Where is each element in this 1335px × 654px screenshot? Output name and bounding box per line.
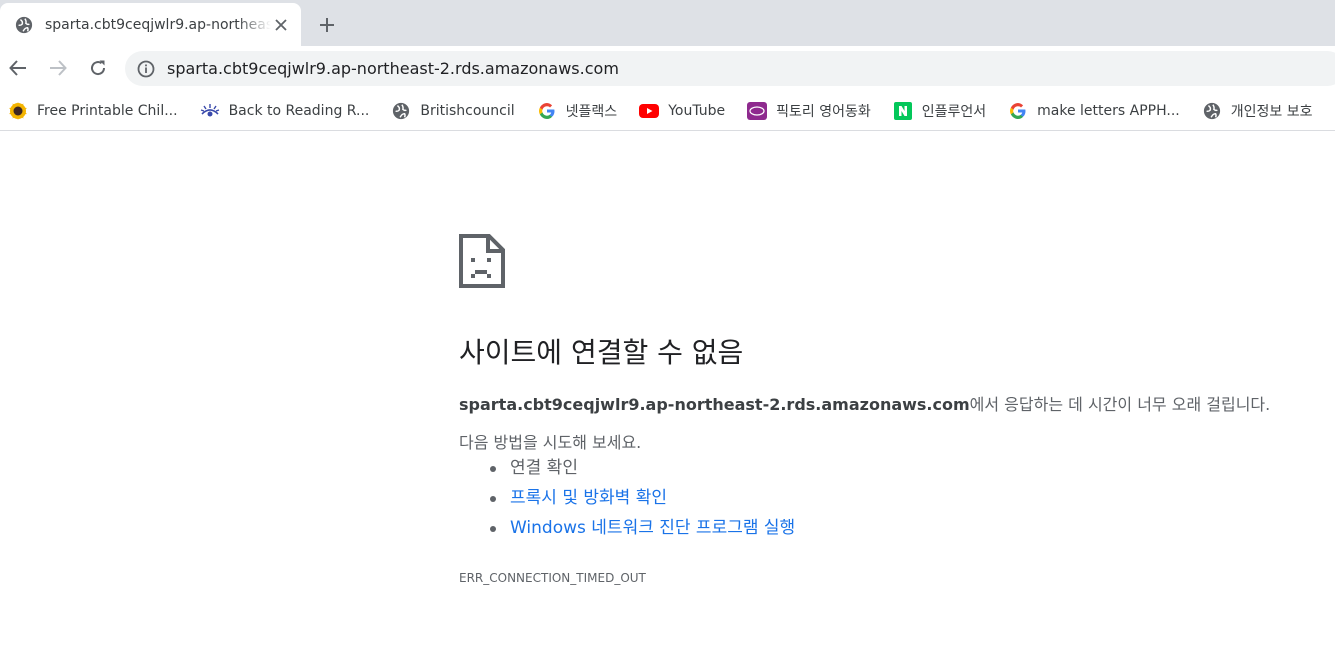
- error-code: ERR_CONNECTION_TIMED_OUT: [459, 571, 646, 585]
- bookmark-label: make letters APPH...: [1037, 102, 1180, 119]
- bookmark-item[interactable]: Britishcouncil: [391, 97, 525, 125]
- info-icon[interactable]: [137, 60, 155, 78]
- address-bar[interactable]: sparta.cbt9ceqjwlr9.ap-northeast-2.rds.a…: [125, 51, 1335, 86]
- error-heading: 사이트에 연결할 수 없음: [459, 336, 744, 369]
- bookmark-label: 인플루언서: [921, 103, 987, 120]
- suggestion-check-connection: 연결 확인: [490, 456, 795, 486]
- error-host: sparta.cbt9ceqjwlr9.ap-northeast-2.rds.a…: [459, 395, 970, 414]
- globe-icon: [1202, 102, 1222, 120]
- toolbar: sparta.cbt9ceqjwlr9.ap-northeast-2.rds.a…: [0, 46, 1335, 91]
- naver-icon: [893, 101, 913, 120]
- google-icon: [537, 102, 557, 120]
- bookmark-item[interactable]: Free Printable Chil...: [8, 97, 189, 125]
- suggestion-text: 연결 확인: [510, 458, 578, 478]
- sad-document-icon: [459, 234, 505, 288]
- eye-icon: [200, 102, 220, 120]
- close-icon[interactable]: [271, 15, 291, 35]
- proxy-firewall-link[interactable]: 프록시 및 방화벽 확인: [510, 488, 667, 508]
- network-diagnostics-link[interactable]: Windows 네트워크 진단 프로그램 실행: [510, 518, 795, 538]
- bookmark-label: Back to Reading R...: [228, 102, 370, 119]
- bookmark-label: Free Printable Chil...: [37, 102, 178, 119]
- bookmark-label: 개인정보 보호: [1230, 103, 1313, 120]
- bookmark-item[interactable]: 인플루언서: [893, 97, 997, 125]
- arrow-left-icon[interactable]: [5, 55, 31, 81]
- url-text: sparta.cbt9ceqjwlr9.ap-northeast-2.rds.a…: [167, 59, 619, 78]
- bookmarks-bar: Free Printable Chil... Back to Reading R…: [0, 91, 1335, 131]
- bookmark-label: Britishcouncil: [420, 102, 515, 119]
- plus-icon[interactable]: [315, 13, 339, 37]
- bookmark-label: YouTube: [668, 102, 726, 119]
- bookmark-item[interactable]: 개인정보 보호: [1202, 97, 1324, 125]
- suggestion-check-proxy-firewall: 프록시 및 방화벽 확인: [490, 486, 795, 516]
- suggestions-list: 연결 확인 프록시 및 방화벽 확인 Windows 네트워크 진단 프로그램 …: [490, 456, 795, 546]
- globe-icon: [391, 102, 411, 120]
- tab-strip: sparta.cbt9ceqjwlr9.ap-northeast-2.rds.a…: [0, 0, 1335, 46]
- bookmark-item[interactable]: make letters APPH...: [1008, 97, 1191, 125]
- bookmark-item[interactable]: 넷플랙스: [537, 97, 629, 125]
- suggestion-run-diagnostics: Windows 네트워크 진단 프로그램 실행: [490, 516, 795, 546]
- error-description: sparta.cbt9ceqjwlr9.ap-northeast-2.rds.a…: [459, 391, 1270, 415]
- globe-icon: [15, 16, 33, 33]
- sunflower-icon: [8, 101, 28, 120]
- bookmark-item[interactable]: 픽토리 영어동화: [747, 97, 882, 125]
- bookmark-item[interactable]: YouTube: [639, 97, 736, 125]
- bookmark-item[interactable]: Back to Reading R...: [200, 97, 381, 125]
- arrow-right-icon[interactable]: [45, 55, 71, 81]
- reload-icon[interactable]: [85, 55, 111, 81]
- tab-title: sparta.cbt9ceqjwlr9.ap-northeast-2.rds.a…: [45, 16, 272, 33]
- suggestions-intro: 다음 방법을 시도해 보세요.: [459, 433, 642, 452]
- pictory-icon: [747, 101, 768, 120]
- youtube-icon: [639, 102, 660, 120]
- bookmark-label: 픽토리 영어동화: [776, 103, 871, 120]
- bookmark-label: 넷플랙스: [565, 103, 618, 120]
- error-message: 에서 응답하는 데 시간이 너무 오래 걸립니다.: [969, 395, 1271, 414]
- tab-active[interactable]: sparta.cbt9ceqjwlr9.ap-northeast-2.rds.a…: [0, 3, 301, 46]
- google-icon: [1008, 102, 1028, 120]
